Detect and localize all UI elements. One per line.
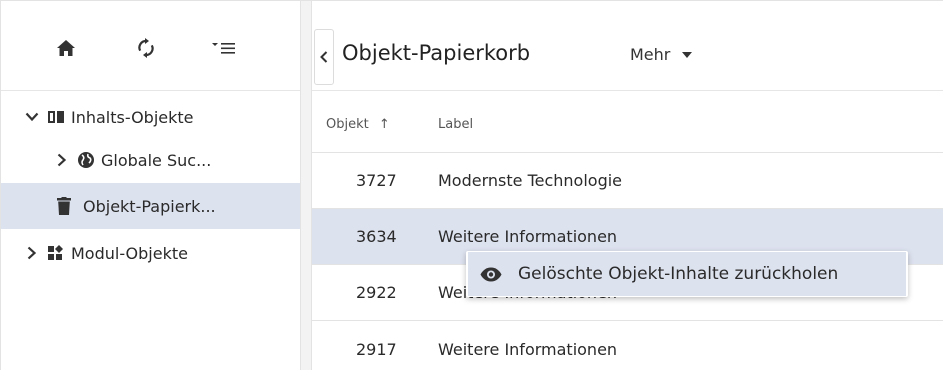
object-tree: Inhalts-Objekte Globale Suc... Objekt-Pa…	[1, 97, 301, 277]
tree-item-globale-suche[interactable]: Globale Suc...	[1, 137, 301, 183]
column-header-label[interactable]: Label	[438, 117, 473, 132]
restore-deleted-contents-menu-item[interactable]: Gelöschte Objekt-Inhalte zurückholen	[468, 252, 906, 296]
sidebar: Inhalts-Objekte Globale Suc... Objekt-Pa…	[0, 1, 301, 370]
table-row[interactable]: 2917 Weitere Informationen	[312, 321, 943, 370]
more-menu-label: Mehr	[630, 45, 671, 64]
caret-down-icon	[682, 51, 693, 58]
table-row[interactable]: 3727 Modernste Technologie	[312, 153, 943, 209]
context-menu: Gelöschte Objekt-Inhalte zurückholen	[466, 251, 908, 297]
tree-item-label: Objekt-Papierk...	[83, 196, 216, 216]
tree-item-label: Globale Suc...	[101, 150, 212, 170]
object-table: Objekt ↑ Label 3727 Modernste Technologi…	[312, 97, 943, 370]
tree-item-label: Inhalts-Objekte	[71, 107, 194, 127]
cell-label: Modernste Technologie	[438, 171, 623, 190]
main-panel: Objekt-Papierkorb Mehr Objekt ↑ Label 37…	[312, 1, 943, 370]
eye-icon	[480, 266, 502, 282]
chevron-left-icon	[320, 48, 328, 67]
tree-item-label: Modul-Objekte	[71, 243, 188, 263]
menu-item-label: Gelöschte Objekt-Inhalte zurückholen	[518, 264, 839, 284]
panel-splitter[interactable]	[300, 1, 312, 370]
tree-item-modul-objekte[interactable]: Modul-Objekte	[1, 229, 301, 277]
cell-label: Weitere Informationen	[438, 339, 618, 359]
chevron-down-icon[interactable]	[25, 112, 39, 122]
main-header: Objekt-Papierkorb Mehr	[312, 1, 943, 91]
tree-item-inhalts-objekte[interactable]: Inhalts-Objekte	[1, 97, 301, 137]
globe-icon	[77, 151, 95, 169]
table-header: Objekt ↑ Label	[312, 97, 943, 153]
chevron-right-icon[interactable]	[55, 153, 69, 167]
sort-ascending-icon: ↑	[378, 117, 390, 132]
cell-objekt: 3727	[356, 171, 397, 190]
modules-icon	[47, 244, 65, 262]
refresh-icon[interactable]	[133, 35, 159, 61]
cell-label: Weitere Informationen	[438, 227, 618, 246]
column-header-objekt[interactable]: Objekt ↑	[312, 117, 438, 132]
cell-objekt: 2917	[356, 339, 397, 359]
cell-objekt: 2922	[356, 283, 397, 302]
book-icon	[47, 108, 65, 126]
cell-objekt: 3634	[356, 227, 397, 246]
tree-item-objekt-papierkorb[interactable]: Objekt-Papierk...	[1, 183, 301, 229]
app-window: Inhalts-Objekte Globale Suc... Objekt-Pa…	[0, 0, 943, 370]
trash-icon	[55, 197, 73, 215]
home-icon[interactable]	[53, 35, 79, 61]
chevron-right-icon[interactable]	[25, 246, 39, 260]
page-title: Objekt-Papierkorb	[342, 41, 531, 65]
sidebar-toolbar	[1, 1, 301, 91]
more-menu-button[interactable]: Mehr	[630, 45, 693, 64]
filter-list-icon[interactable]	[211, 35, 237, 61]
collapse-sidebar-button[interactable]	[314, 29, 334, 85]
